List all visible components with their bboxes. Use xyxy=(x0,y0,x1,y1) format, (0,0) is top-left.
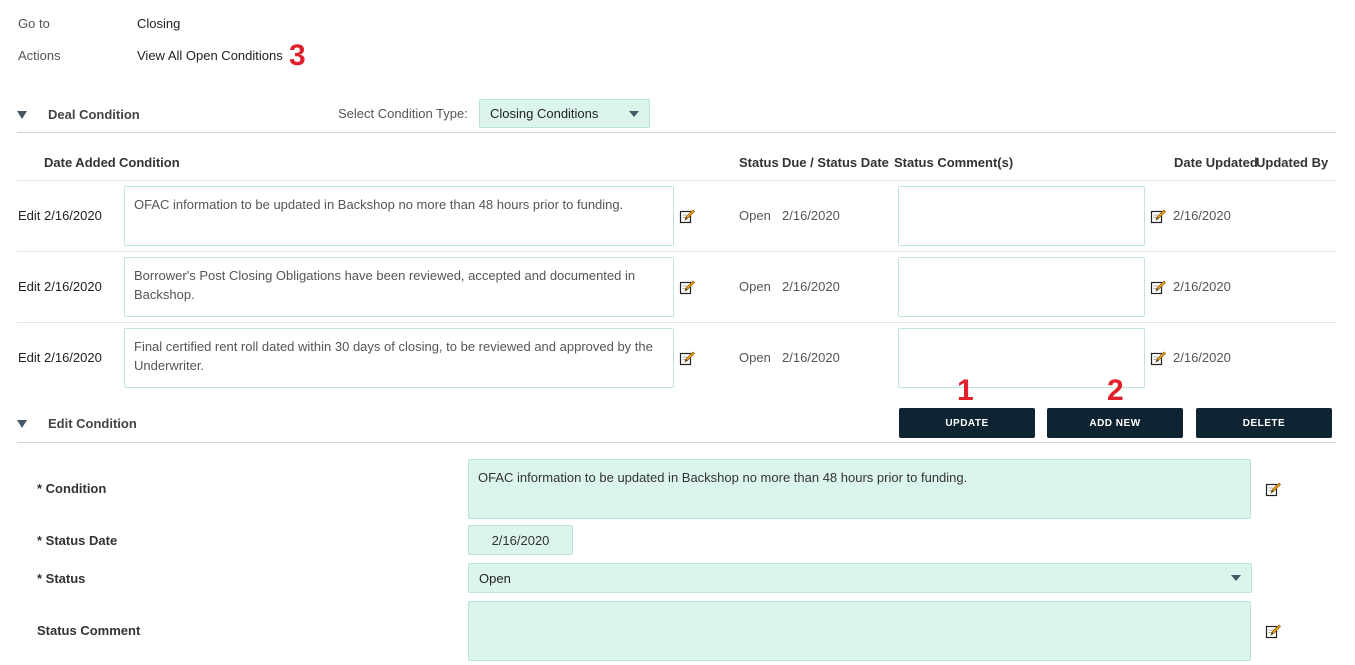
edit-row-link[interactable]: Edit xyxy=(18,279,40,294)
update-button[interactable]: UPDATE xyxy=(899,408,1035,438)
edit-condition-title: Edit Condition xyxy=(48,416,137,431)
goto-label: Go to xyxy=(18,16,50,31)
condition-textarea[interactable]: OFAC information to be updated in Backsh… xyxy=(468,459,1251,519)
delete-button[interactable]: DELETE xyxy=(1196,408,1332,438)
edit-icon[interactable] xyxy=(1265,623,1281,639)
status-select-value: Open xyxy=(479,570,511,586)
date-updated-cell: 2/16/2020 xyxy=(1173,208,1231,223)
status-comment-textarea[interactable] xyxy=(468,601,1251,661)
edit-icon[interactable] xyxy=(1150,350,1166,366)
condition-label: * Condition xyxy=(37,481,107,496)
condition-text-field[interactable]: Borrower's Post Closing Obligations have… xyxy=(124,257,674,317)
condition-text-field[interactable]: Final certified rent roll dated within 3… xyxy=(124,328,674,388)
divider xyxy=(17,132,1336,133)
edit-icon[interactable] xyxy=(679,208,695,224)
status-comment-label: Status Comment xyxy=(37,623,141,638)
due-date-cell: 2/16/2020 xyxy=(782,279,840,294)
col-updated-by: Updated By xyxy=(1256,155,1329,170)
status-date-label: * Status Date xyxy=(37,533,118,548)
due-date-cell: 2/16/2020 xyxy=(782,350,840,365)
edit-icon[interactable] xyxy=(1265,481,1281,497)
col-condition: Condition xyxy=(119,155,180,170)
col-status: Status xyxy=(739,155,779,170)
collapse-edit-condition-icon[interactable] xyxy=(17,420,27,428)
date-added-cell: 2/16/2020 xyxy=(44,279,102,294)
edit-icon[interactable] xyxy=(1150,279,1166,295)
col-date-added: Date Added xyxy=(44,155,116,170)
table-row: Edit 2/16/2020 Borrower's Post Closing O… xyxy=(0,252,1355,323)
edit-row-link[interactable]: Edit xyxy=(18,350,40,365)
status-cell: Open xyxy=(739,208,771,223)
divider xyxy=(17,442,1336,443)
table-row: Edit 2/16/2020 OFAC information to be up… xyxy=(0,181,1355,252)
annotation-three: 3 xyxy=(289,39,306,72)
add-new-button[interactable]: ADD NEW xyxy=(1047,408,1183,438)
chevron-down-icon xyxy=(1231,575,1241,581)
edit-row-link[interactable]: Edit xyxy=(18,208,40,223)
status-comment-field[interactable] xyxy=(898,186,1145,246)
condition-text-field[interactable]: OFAC information to be updated in Backsh… xyxy=(124,186,674,246)
chevron-down-icon xyxy=(629,110,639,117)
col-date-updated: Date Updated xyxy=(1174,155,1258,170)
condition-type-select[interactable]: Closing Conditions xyxy=(479,99,650,128)
due-date-cell: 2/16/2020 xyxy=(782,208,840,223)
status-comment-field[interactable] xyxy=(898,257,1145,317)
edit-icon[interactable] xyxy=(679,350,695,366)
actions-label: Actions xyxy=(18,48,61,63)
status-select[interactable]: Open xyxy=(468,563,1252,593)
status-label: * Status xyxy=(37,571,86,586)
annotation-two: 2 xyxy=(1107,374,1124,407)
date-added-cell: 2/16/2020 xyxy=(44,208,102,223)
col-due-status-date: Due / Status Date xyxy=(782,155,889,170)
date-updated-cell: 2/16/2020 xyxy=(1173,350,1231,365)
date-added-cell: 2/16/2020 xyxy=(44,350,102,365)
status-date-input[interactable]: 2/16/2020 xyxy=(468,525,573,555)
deal-condition-title: Deal Condition xyxy=(48,107,140,122)
condition-type-label: Select Condition Type: xyxy=(338,106,468,121)
status-cell: Open xyxy=(739,350,771,365)
table-row: Edit 2/16/2020 Final certified rent roll… xyxy=(0,323,1355,394)
edit-icon[interactable] xyxy=(1150,208,1166,224)
view-open-conditions-link[interactable]: View All Open Conditions xyxy=(137,48,283,63)
annotation-one: 1 xyxy=(957,374,974,407)
condition-type-value: Closing Conditions xyxy=(490,106,599,121)
col-status-comments: Status Comment(s) xyxy=(894,155,1014,170)
date-updated-cell: 2/16/2020 xyxy=(1173,279,1231,294)
goto-value[interactable]: Closing xyxy=(137,16,180,31)
collapse-deal-condition-icon[interactable] xyxy=(17,111,27,119)
edit-icon[interactable] xyxy=(679,279,695,295)
status-cell: Open xyxy=(739,279,771,294)
